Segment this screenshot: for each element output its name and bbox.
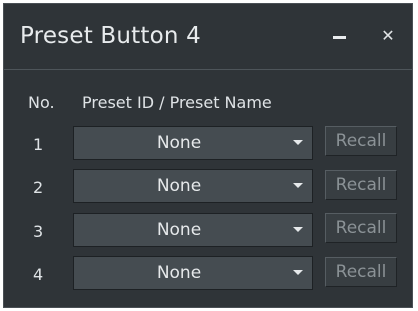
preset-select[interactable]: None [73,169,313,203]
dialog-title: Preset Button 4 [20,23,202,49]
preset-select[interactable]: None [73,126,313,160]
close-icon[interactable]: ✕ [374,22,402,50]
title-bar: Preset Button 4 ✕ [4,4,412,70]
recall-button[interactable]: Recall [325,257,397,287]
preset-select-value: None [156,133,202,153]
chevron-down-icon [293,140,303,145]
column-header-no: No. [28,93,55,112]
preset-select-value: None [156,220,202,240]
column-header-preset: Preset ID / Preset Name [82,93,272,112]
recall-button[interactable]: Recall [325,126,397,156]
row-number: 1 [33,135,44,154]
preset-select-value: None [156,263,202,283]
minimize-icon[interactable] [326,22,354,50]
preset-select-value: None [156,176,202,196]
row-number: 4 [33,265,44,284]
preset-select[interactable]: None [73,256,313,290]
chevron-down-icon [293,270,303,275]
chevron-down-icon [293,227,303,232]
preset-select[interactable]: None [73,213,313,247]
recall-button[interactable]: Recall [325,213,397,243]
row-number: 2 [33,178,44,197]
preset-button-dialog: Preset Button 4 ✕ No. Preset ID / Preset… [3,3,413,308]
recall-button[interactable]: Recall [325,170,397,200]
row-number: 3 [33,222,44,241]
chevron-down-icon [293,183,303,188]
